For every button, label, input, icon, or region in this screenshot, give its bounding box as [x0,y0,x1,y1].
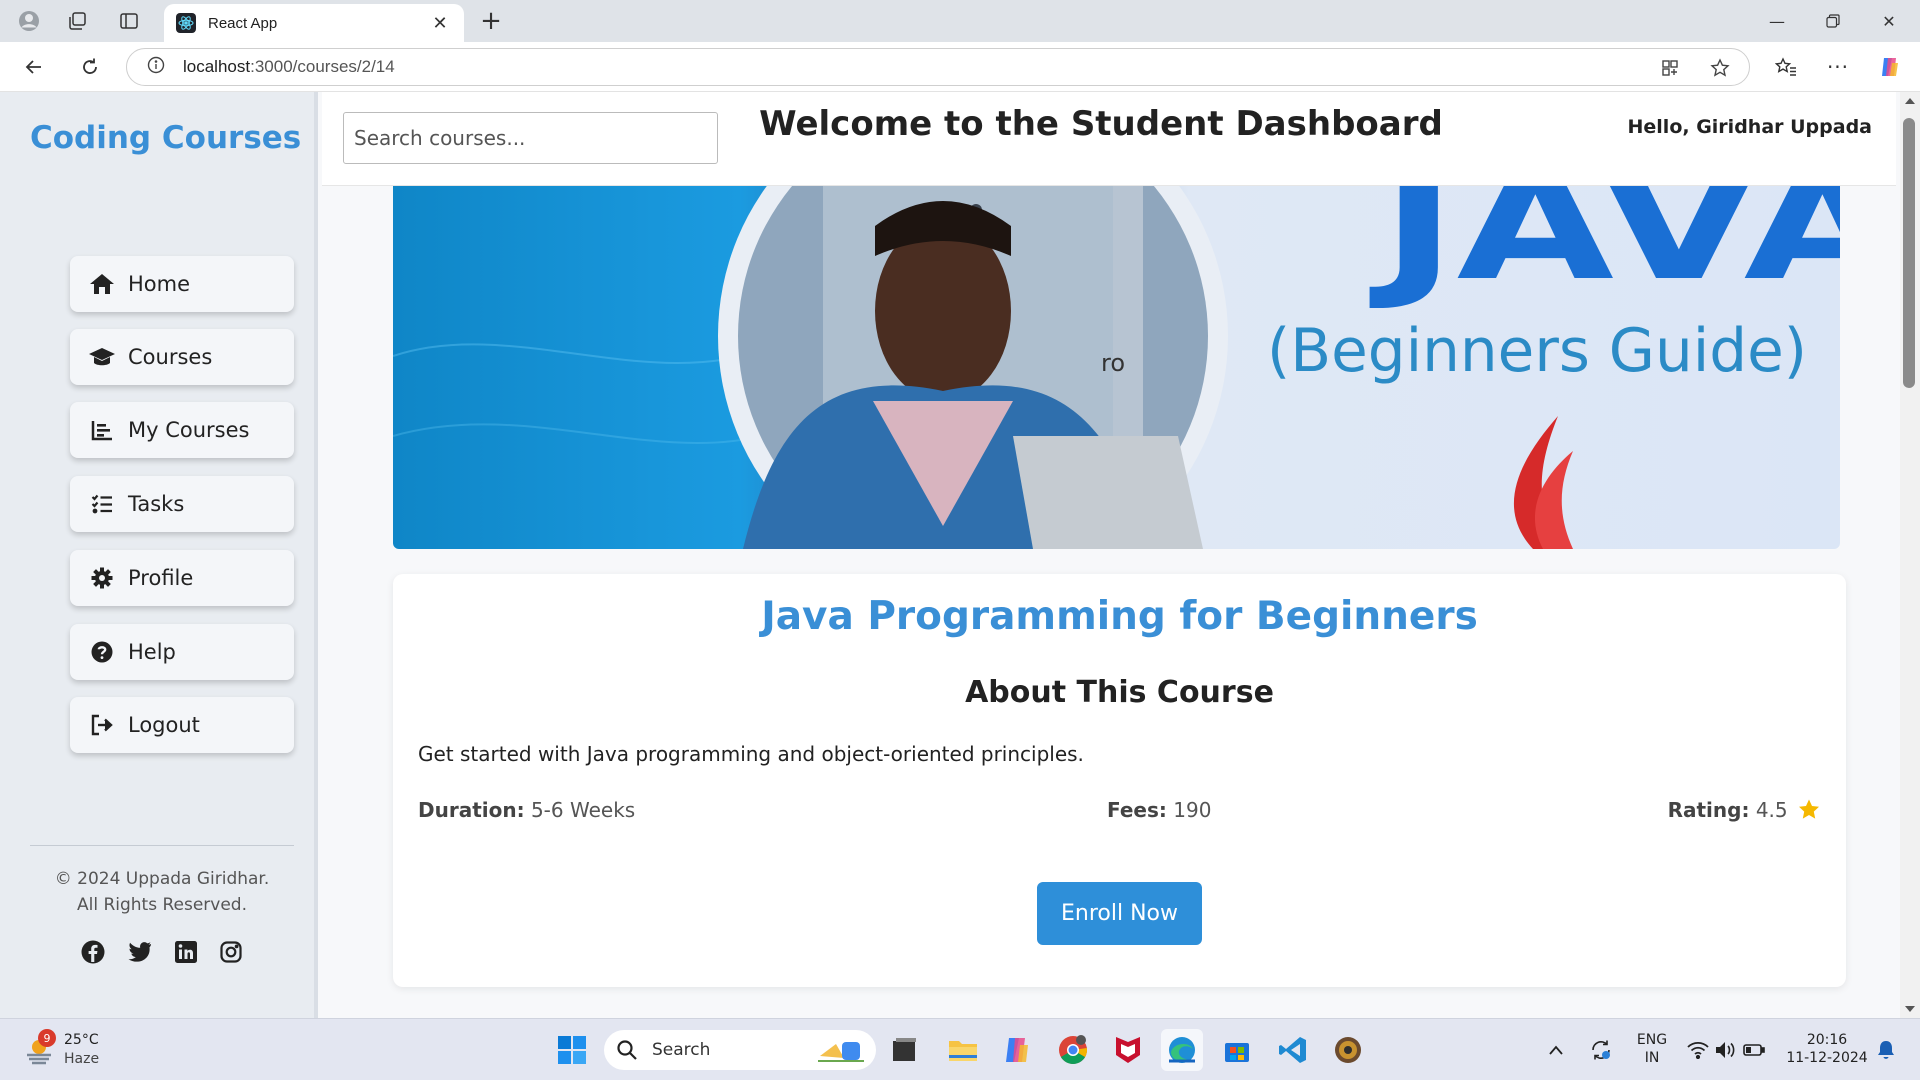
vertical-tabs-icon[interactable] [114,8,144,34]
user-greeting: Hello, Giridhar Uppada [1627,116,1873,138]
sidebar-item-label: Home [128,272,191,296]
sidebar-item-help[interactable]: Help [70,624,294,680]
edge-icon[interactable] [1161,1029,1203,1071]
notification-bell-icon[interactable] [1872,1029,1900,1071]
top-header: Welcome to the Student Dashboard Hello, … [322,92,1896,186]
page-title: Welcome to the Student Dashboard [759,104,1443,144]
vscode-icon[interactable] [1272,1029,1314,1071]
gear-icon [88,566,116,590]
brand-title[interactable]: Coding Courses [30,120,301,156]
weather-temp: 25°C [64,1032,99,1048]
course-fees: Fees: 190 [1107,798,1212,822]
battery-icon[interactable] [1740,1029,1768,1071]
sidebar-item-label: Courses [128,345,213,369]
workspaces-icon[interactable] [62,8,92,34]
sidebar-item-label: Profile [128,566,194,590]
more-options-icon[interactable]: ··· [1822,53,1854,81]
language-indicator[interactable]: ENG IN [1632,1031,1672,1067]
graduation-cap-icon [88,345,116,369]
url-text: localhost:3000/courses/2/14 [183,57,395,76]
logout-icon [88,713,116,737]
search-highlight-icon [816,1036,866,1069]
react-favicon-icon [176,13,196,33]
taskbar-search-label: Search [652,1040,711,1060]
tab-title: React App [208,14,278,32]
sidebar-item-label: My Courses [128,418,250,442]
show-hidden-icons-icon[interactable] [1541,1029,1571,1071]
sidebar-item-label: Tasks [128,492,185,516]
sidebar-divider [30,845,294,846]
enroll-now-button[interactable]: Enroll Now [1037,882,1202,945]
chrome-icon[interactable] [1052,1029,1094,1071]
course-banner-image: ro JAVA (Beginners Guide) [393,186,1840,549]
sidebar-item-courses[interactable]: Courses [70,329,294,385]
favorites-icon[interactable] [1770,53,1802,81]
search-input[interactable] [343,112,718,164]
copilot-app-icon[interactable] [997,1029,1039,1071]
weather-desc: Haze [64,1051,100,1067]
sidebar-item-logout[interactable]: Logout [70,697,294,753]
course-rating: Rating: 4.5 [1668,798,1820,825]
search-icon [617,1040,637,1060]
help-icon [88,640,116,664]
sync-icon[interactable] [1583,1029,1619,1071]
taskbar-search[interactable]: Search [604,1030,876,1070]
instagram-icon[interactable] [217,938,245,966]
facebook-icon[interactable] [79,938,107,966]
banner-subheading: (Beginners Guide) [1267,316,1807,386]
app-available-icon[interactable] [1657,57,1683,79]
copyright-text: © 2024 Uppada Giridhar. All Rights Reser… [54,869,270,915]
twitter-icon[interactable] [126,938,154,966]
clock[interactable]: 20:16 11-12-2024 [1784,1031,1870,1067]
about-heading: About This Course [965,675,1274,710]
sidebar-item-profile[interactable]: Profile [70,550,294,606]
star-icon [1798,799,1820,825]
new-tab-button[interactable]: + [476,6,506,36]
sidebar-item-label: Help [128,640,176,664]
start-icon[interactable] [551,1029,593,1071]
taskbar: 9 25°C Haze Search ENG IN 20:16 11-12-20… [0,1018,1920,1080]
tasks-icon [88,492,116,516]
refresh-icon[interactable] [74,53,106,81]
scrollbar-thumb[interactable] [1903,118,1915,388]
banner-heading: JAVA [1369,186,1840,314]
home-icon [88,272,116,296]
copilot-icon[interactable] [1874,53,1906,81]
course-duration: Duration: 5-6 Weeks [418,798,636,822]
course-title: Java Programming for Beginners [761,594,1478,639]
course-detail-card: Java Programming for Beginners About Thi… [393,574,1846,987]
browser-tab-active[interactable]: React App ✕ [164,4,464,42]
browser-tab-strip: React App ✕ + — ✕ [0,0,1920,42]
restore-icon[interactable] [1810,8,1856,34]
file-explorer-icon[interactable] [942,1029,984,1071]
close-window-icon[interactable]: ✕ [1866,8,1912,34]
weather-badge: 9 [38,1029,56,1047]
profile-icon[interactable] [14,8,44,34]
banner-overlay-text: ro [1101,349,1125,377]
list-icon [88,418,116,442]
address-bar[interactable]: localhost:3000/courses/2/14 [126,48,1750,86]
volume-icon[interactable] [1712,1029,1740,1071]
close-tab-icon[interactable]: ✕ [428,13,452,34]
sidebar: Coding Courses Home Courses My Courses T… [0,92,318,1018]
course-description: Get started with Java programming and ob… [418,742,1084,766]
sidebar-item-tasks[interactable]: Tasks [70,476,294,532]
mcafee-icon[interactable] [1107,1029,1149,1071]
wifi-icon[interactable] [1684,1029,1712,1071]
sidebar-item-my-courses[interactable]: My Courses [70,402,294,458]
site-info-icon[interactable] [147,56,165,78]
microsoft-store-icon[interactable] [1216,1029,1258,1071]
back-icon[interactable] [18,53,50,81]
minimize-icon[interactable]: — [1754,8,1800,34]
sidebar-item-label: Logout [128,713,200,737]
app-viewport: Coding Courses Home Courses My Courses T… [0,92,1900,1018]
favorite-star-icon[interactable] [1707,57,1733,79]
linkedin-icon[interactable] [172,938,200,966]
task-view-icon[interactable] [884,1029,926,1071]
sidebar-item-home[interactable]: Home [70,256,294,312]
weather-widget[interactable]: 9 25°C Haze [22,1029,112,1073]
app-emblem-icon[interactable] [1327,1029,1369,1071]
browser-toolbar: localhost:3000/courses/2/14 ··· [0,42,1920,92]
